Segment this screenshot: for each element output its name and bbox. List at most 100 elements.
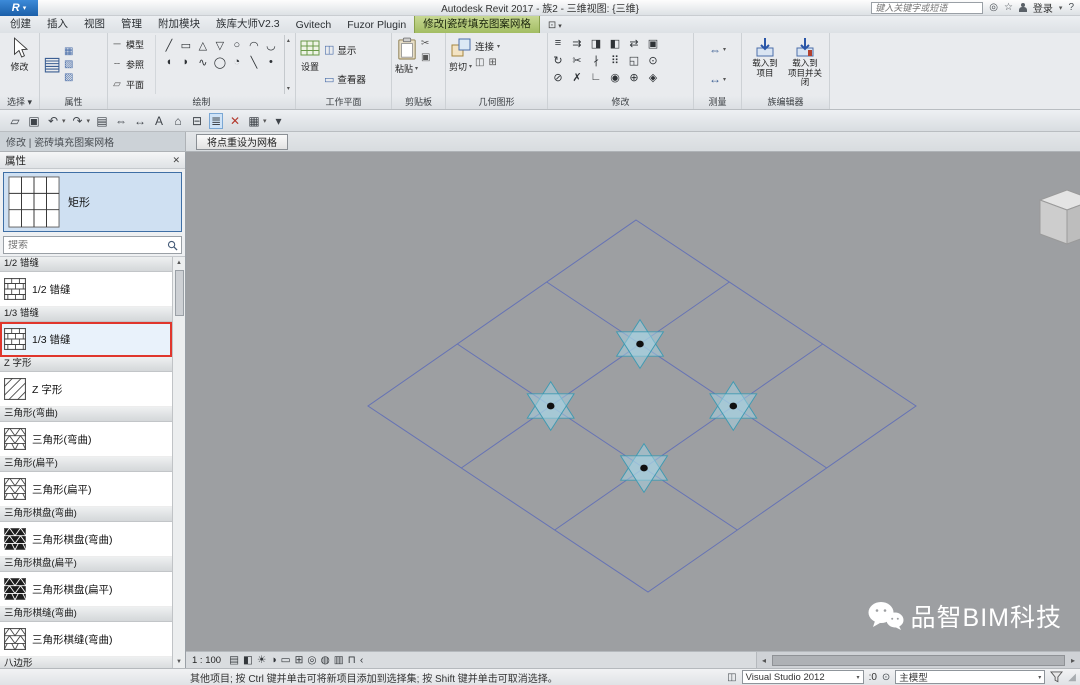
type-item-3[interactable]: 三角形(弯曲) xyxy=(0,422,172,457)
signin-button[interactable]: 登录 xyxy=(1033,0,1053,15)
rectangle-tool-icon[interactable]: ▭ xyxy=(178,37,194,53)
scroll-right-icon[interactable]: ▸ xyxy=(1066,656,1080,665)
reference-line-mode[interactable]: ┄参照 xyxy=(111,58,153,71)
panel-label-geometry[interactable]: 几何图形 xyxy=(446,96,547,109)
join-geometry-icon[interactable]: ⊕ xyxy=(626,69,642,85)
panel-label-clipboard[interactable]: 剪贴板 xyxy=(392,96,445,109)
tab-insert[interactable]: 插入 xyxy=(39,15,76,33)
view-scale-button[interactable]: 1 : 100 xyxy=(192,655,225,666)
pattern-point-3[interactable] xyxy=(621,444,668,493)
reset-point-to-grid-button[interactable]: 将点重设为网格 xyxy=(196,134,288,150)
pattern-point-2[interactable] xyxy=(710,382,757,431)
switch-windows-icon-dropdown[interactable]: ▾ xyxy=(263,117,267,125)
undo-icon[interactable]: ↶ xyxy=(46,114,60,128)
move-icon[interactable]: ⇄ xyxy=(626,35,642,51)
tab-view[interactable]: 视图 xyxy=(76,15,113,33)
sun-path-icon[interactable]: ☀ xyxy=(257,654,266,666)
model-line-mode[interactable]: ─模型 xyxy=(111,38,153,51)
tile-grid-line-3[interactable] xyxy=(555,344,823,530)
tile-grid-line-0[interactable] xyxy=(547,282,827,468)
family-types-icon[interactable]: ▦ xyxy=(64,46,73,57)
pattern-point-1[interactable] xyxy=(527,382,574,431)
type-item-2[interactable]: Z 字形 xyxy=(0,372,172,407)
default-3d-view-icon[interactable]: ⌂ xyxy=(171,114,185,128)
load-into-project-close-button[interactable]: 载入到 项目并关闭 xyxy=(785,35,825,94)
scroll-up-icon[interactable]: ▲ xyxy=(176,257,182,269)
mirror-pick-icon[interactable]: ◧ xyxy=(607,35,623,51)
tile-grid-boundary[interactable] xyxy=(368,220,916,592)
scroll-down-icon[interactable]: ▼ xyxy=(176,656,182,668)
undo-icon-dropdown[interactable]: ▾ xyxy=(62,117,66,125)
switch-windows-icon[interactable]: ▦ xyxy=(247,114,261,128)
properties-palette-icon[interactable]: ▤ xyxy=(43,55,61,75)
join-geometry-button[interactable]: 连接 ▾ xyxy=(475,39,500,53)
panel-label-family-editor[interactable]: 族编辑器 xyxy=(742,96,829,109)
delete-icon[interactable]: ✗ xyxy=(569,69,585,85)
shadows-icon[interactable]: ◑ xyxy=(270,654,276,666)
filter-icon[interactable] xyxy=(1050,671,1063,683)
partial-ellipse-tool-icon[interactable]: ◔ xyxy=(229,54,245,70)
type-item-6[interactable]: 三角形棋盘(扁平) xyxy=(0,572,172,607)
match-type-icon[interactable]: ◉ xyxy=(607,69,623,85)
line-tool-icon[interactable]: ╱ xyxy=(161,37,177,53)
mirror-axis-icon[interactable]: ◨ xyxy=(588,35,604,51)
start-end-radius-arc-tool-icon[interactable]: ◠ xyxy=(246,37,262,53)
redo-icon-dropdown[interactable]: ▾ xyxy=(87,117,91,125)
type-group-header-0[interactable]: 1/2 错缝 xyxy=(0,257,172,272)
type-item-0[interactable]: 1/2 错缝 xyxy=(0,272,172,307)
align-icon[interactable]: ≡ xyxy=(550,35,566,51)
tab-create[interactable]: 创建 xyxy=(2,15,39,33)
load-into-project-button[interactable]: 载入到 项目 xyxy=(745,35,785,94)
aligned-dimension-button[interactable]: ↔▾ xyxy=(709,72,726,86)
help-icon[interactable]: ? xyxy=(1068,2,1074,13)
unpin-icon[interactable]: ⊘ xyxy=(550,69,566,85)
cut-to-clipboard-icon[interactable]: ✂ xyxy=(421,38,430,49)
family-category-icon[interactable]: ▧ xyxy=(64,59,73,70)
horizontal-scrollbar[interactable]: ◂ ▸ xyxy=(756,651,1080,668)
active-workset-select[interactable]: Visual Studio 2012 ▾ xyxy=(742,670,864,684)
tab-manage[interactable]: 管理 xyxy=(113,15,150,33)
panel-label-properties[interactable]: 属性 xyxy=(40,96,107,109)
text-icon[interactable]: A xyxy=(152,114,166,128)
reveal-hidden-elements-icon[interactable]: ◍ xyxy=(321,654,330,666)
help-search-input[interactable] xyxy=(872,3,982,13)
visual-style-icon[interactable]: ◧ xyxy=(243,654,253,666)
paint-icon[interactable]: ◈ xyxy=(645,69,661,85)
ellipse-tool-icon[interactable]: ◯ xyxy=(212,54,228,70)
circle-tool-icon[interactable]: ○ xyxy=(229,37,245,53)
copy-tool-icon[interactable]: ▣ xyxy=(645,35,661,51)
tab-fuzor-plugin[interactable]: Fuzor Plugin xyxy=(339,18,414,33)
design-option-select[interactable]: 主模型 ▾ xyxy=(895,670,1045,684)
type-search-input[interactable] xyxy=(4,240,167,251)
circumscribed-polygon-tool-icon[interactable]: ▽ xyxy=(212,37,228,53)
save-icon[interactable]: ▣ xyxy=(27,114,41,128)
scroll-left-icon[interactable]: ◂ xyxy=(757,656,771,665)
type-item-5[interactable]: 三角形棋盘(弯曲) xyxy=(0,522,172,557)
measure-qat-icon[interactable]: ⇔ xyxy=(114,114,128,128)
panel-label-modify[interactable]: 修改 xyxy=(548,96,693,109)
type-item-7[interactable]: 三角形棋缝(弯曲) xyxy=(0,622,172,657)
type-group-header-1[interactable]: 1/3 错缝 xyxy=(0,307,172,322)
measure-button[interactable]: ⇔▾ xyxy=(709,43,726,57)
type-item-1[interactable]: 1/3 错缝 xyxy=(0,322,172,357)
plane-mode[interactable]: ▱平面 xyxy=(111,78,153,91)
spline-tool-icon[interactable]: ∿ xyxy=(195,54,211,70)
search-exchange-icon[interactable]: ◎ xyxy=(989,2,998,13)
scale-icon[interactable]: ◱ xyxy=(626,52,642,68)
offset-icon[interactable]: ⇉ xyxy=(569,35,585,51)
section-icon[interactable]: ⊟ xyxy=(190,114,204,128)
type-group-header-7[interactable]: 三角形棋缝(弯曲) xyxy=(0,607,172,622)
type-group-header-5[interactable]: 三角形棋盘(弯曲) xyxy=(0,507,172,522)
customize-qat-icon[interactable]: ▾ xyxy=(272,114,286,128)
favorites-star-icon[interactable]: ☆ xyxy=(1004,2,1013,13)
trim-icon[interactable]: ✂ xyxy=(569,52,585,68)
type-group-header-8[interactable]: 八边形 xyxy=(0,657,172,668)
thin-lines-icon[interactable]: ≣ xyxy=(209,113,223,129)
help-search-box[interactable] xyxy=(871,2,983,14)
type-properties-icon[interactable]: ▨ xyxy=(64,72,73,83)
tab-family-library-master[interactable]: 族库大师V2.3 xyxy=(208,15,288,33)
cut-geometry-button[interactable]: 剪切▾ xyxy=(449,35,472,94)
show-workplane-button[interactable]: ◫显示 xyxy=(324,43,366,57)
type-list-scrollbar[interactable]: ▲ ▼ xyxy=(172,257,185,668)
array-icon[interactable]: ⠿ xyxy=(607,52,623,68)
